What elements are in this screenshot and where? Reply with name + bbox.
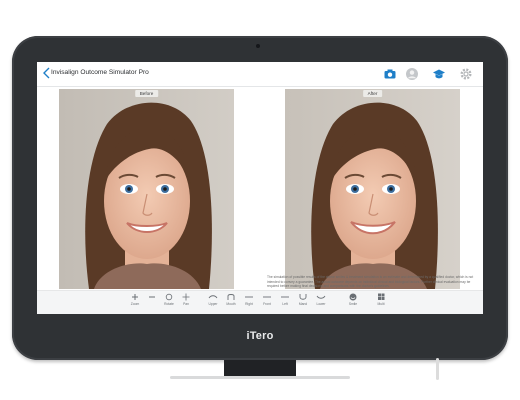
mandible-icon bbox=[299, 294, 307, 300]
stand-foot bbox=[170, 376, 350, 379]
upper-jaw-icon bbox=[208, 295, 218, 299]
minus-icon bbox=[149, 296, 155, 298]
brand-logo: iTero bbox=[246, 330, 274, 342]
after-label: After bbox=[362, 90, 383, 97]
before-photo[interactable]: Before bbox=[59, 89, 234, 289]
front-view-icon bbox=[263, 296, 271, 298]
right-view-icon bbox=[245, 296, 253, 298]
plus-icon bbox=[132, 294, 138, 300]
move-icon bbox=[182, 293, 190, 301]
after-photo[interactable]: After bbox=[285, 89, 460, 289]
tool-label: Right bbox=[245, 302, 253, 306]
comparison-view: Before After The simulation of possible … bbox=[37, 87, 483, 290]
profile-avatar-icon[interactable] bbox=[405, 67, 419, 81]
webcam bbox=[256, 44, 260, 48]
before-label: Before bbox=[134, 90, 159, 97]
camera-icon[interactable] bbox=[383, 67, 397, 81]
left-view-icon bbox=[281, 296, 289, 298]
after-portrait-image bbox=[285, 89, 460, 289]
tool-label: Upper bbox=[208, 302, 218, 306]
multi-view-tool[interactable]: Multi bbox=[371, 293, 391, 314]
tool-label: Front bbox=[263, 302, 271, 306]
app-title: Invisalign Outcome Simulator Pro bbox=[51, 69, 149, 76]
upper-jaw-tool[interactable]: Upper bbox=[203, 293, 223, 314]
front-view-tool[interactable]: Front bbox=[257, 293, 277, 314]
tool-label: Lower bbox=[316, 302, 326, 306]
tool-label: Smile bbox=[348, 302, 358, 306]
tool-label: Left bbox=[282, 302, 288, 306]
disclaimer-text: The simulation of possible results of th… bbox=[267, 275, 474, 288]
circle-icon bbox=[165, 293, 173, 301]
tool-label: Mand bbox=[298, 302, 308, 306]
settings-gear-icon[interactable] bbox=[459, 67, 473, 81]
app-header: Invisalign Outcome Simulator Pro bbox=[37, 62, 483, 87]
lower-jaw-tool[interactable]: Lower bbox=[311, 293, 331, 314]
tool-label: Multi bbox=[377, 302, 385, 306]
mouth-tool[interactable]: Mouth bbox=[221, 293, 241, 314]
mandible-tool[interactable]: Mand bbox=[293, 293, 313, 314]
right-view-tool[interactable]: Right bbox=[239, 293, 259, 314]
education-cap-icon[interactable] bbox=[432, 67, 446, 81]
smile-icon bbox=[349, 293, 357, 301]
app-screen: Invisalign Outcome Simulator Pro Before … bbox=[37, 62, 483, 314]
bottom-toolbar: Zoom Rotate Pan Upper Mouth Right Front … bbox=[37, 290, 483, 314]
pan-tool[interactable]: Pan bbox=[176, 293, 196, 314]
power-cable bbox=[436, 358, 439, 380]
before-portrait-image bbox=[59, 89, 234, 289]
mouth-icon bbox=[227, 294, 235, 300]
lower-jaw-icon bbox=[316, 295, 326, 299]
smile-tool[interactable]: Smile bbox=[343, 293, 363, 314]
grid-icon bbox=[378, 293, 385, 300]
left-view-tool[interactable]: Left bbox=[275, 293, 295, 314]
tool-label: Mouth bbox=[226, 302, 236, 306]
tool-label: Pan bbox=[183, 302, 189, 306]
